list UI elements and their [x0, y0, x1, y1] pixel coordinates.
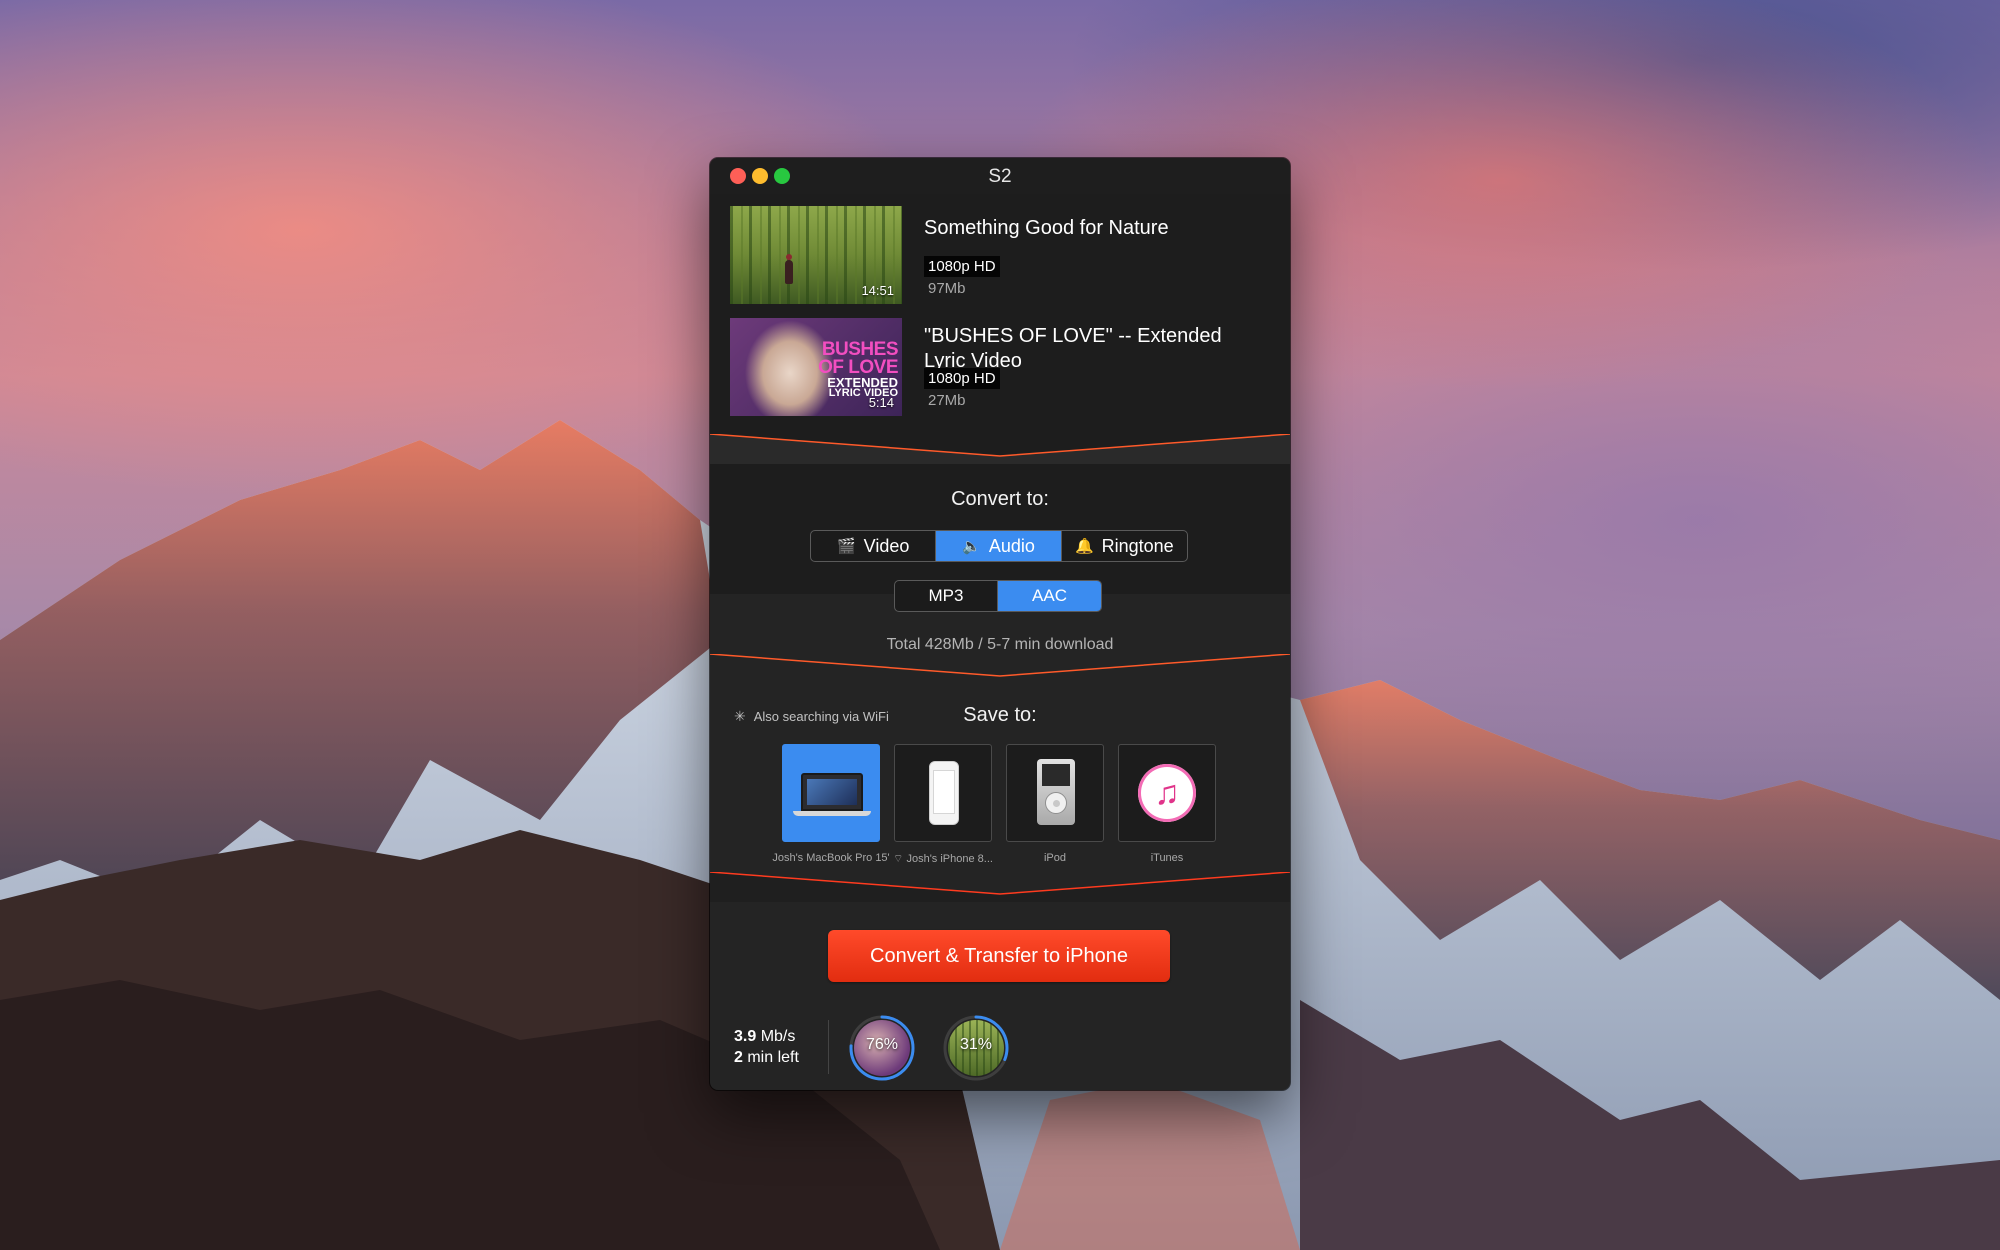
window-title: S2	[988, 166, 1012, 187]
video-thumbnail: BUSHES OF LOVE EXTENDED LYRIC VIDEO 5:14	[730, 318, 902, 416]
device-itunes[interactable]: ♫	[1118, 744, 1216, 842]
laptop-base	[793, 811, 871, 816]
transfer-status: 3.9 Mb/s 2 min left	[734, 1026, 799, 1068]
convert-title: Convert to:	[951, 488, 1049, 510]
option-label: Audio	[988, 535, 1035, 556]
speaker-icon: 🔈	[962, 538, 981, 555]
convert-transfer-button[interactable]: Convert & Transfer to iPhone	[828, 930, 1170, 982]
type-audio-option[interactable]: 🔈 Audio	[936, 531, 1062, 561]
download-progress[interactable]: 31%	[942, 1014, 1010, 1082]
total-download-info: Total 428Mb / 5-7 min download	[886, 636, 1114, 653]
app-window: S2 14:51 Something Good for Nature 1080p…	[710, 158, 1290, 1090]
bell-icon: 🔔	[1074, 538, 1094, 555]
device-ipod[interactable]	[1006, 744, 1104, 842]
quality-badge: 1080p HD	[924, 368, 1000, 389]
file-size: 97Mb	[928, 280, 966, 297]
option-label: Ringtone	[1101, 535, 1174, 556]
video-title: "BUSHES OF LOVE" -- Extended Lyric Video	[924, 325, 1222, 372]
iphone-icon	[929, 761, 959, 825]
ipod-click-wheel	[1045, 792, 1067, 814]
file-size: 27Mb	[928, 392, 966, 409]
save-title: Save to:	[963, 704, 1037, 726]
progress-percent: 31%	[959, 1036, 993, 1053]
download-progress[interactable]: 76%	[848, 1014, 916, 1082]
section-divider	[710, 654, 1290, 684]
video-duration: 5:14	[868, 395, 894, 410]
option-label: Video	[863, 535, 910, 556]
device-label: iTunes	[1150, 852, 1184, 864]
wifi-icon: ⌔	[893, 853, 907, 865]
type-video-option[interactable]: 🎬 Video	[811, 531, 937, 561]
device-iphone[interactable]	[894, 744, 992, 842]
device-label: Josh's MacBook Pro 15'	[772, 852, 890, 864]
device-label-text: Josh's iPhone 8...	[906, 853, 993, 865]
status-separator	[828, 1020, 829, 1074]
title-bar: S2	[710, 158, 1290, 194]
queue-item[interactable]: 14:51 Something Good for Nature 1080p HD…	[730, 206, 1270, 306]
time-remaining: 2 min left	[734, 1049, 799, 1066]
device-label: ⌔ Josh's iPhone 8...	[878, 852, 1008, 866]
device-macbook[interactable]	[782, 744, 880, 842]
laptop-icon	[801, 773, 863, 811]
clapperboard-icon: 🎬	[836, 538, 856, 555]
audio-format-selector: MP3 AAC	[894, 580, 1102, 612]
device-label: iPod	[1043, 852, 1067, 864]
convert-type-selector: 🎬 Video 🔈 Audio 🔔 Ringtone	[810, 530, 1188, 562]
format-aac-option[interactable]: AAC	[998, 581, 1101, 611]
section-divider	[710, 434, 1290, 464]
quality-badge: 1080p HD	[924, 256, 1000, 277]
itunes-icon: ♫	[1138, 764, 1196, 822]
section-divider	[710, 872, 1290, 902]
video-title: Something Good for Nature	[924, 217, 1169, 239]
type-ringtone-option[interactable]: 🔔 Ringtone	[1062, 531, 1187, 561]
ipod-icon	[1037, 759, 1075, 825]
progress-percent: 76%	[865, 1036, 899, 1053]
transfer-speed: 3.9 Mb/s	[734, 1028, 796, 1045]
queue-item[interactable]: BUSHES OF LOVE EXTENDED LYRIC VIDEO 5:14…	[730, 318, 1270, 418]
video-thumbnail: 14:51	[730, 206, 902, 304]
video-duration: 14:51	[861, 283, 894, 298]
format-mp3-option[interactable]: MP3	[895, 581, 998, 611]
ipod-screen	[1042, 764, 1070, 786]
thumbnail-figure	[785, 254, 793, 284]
